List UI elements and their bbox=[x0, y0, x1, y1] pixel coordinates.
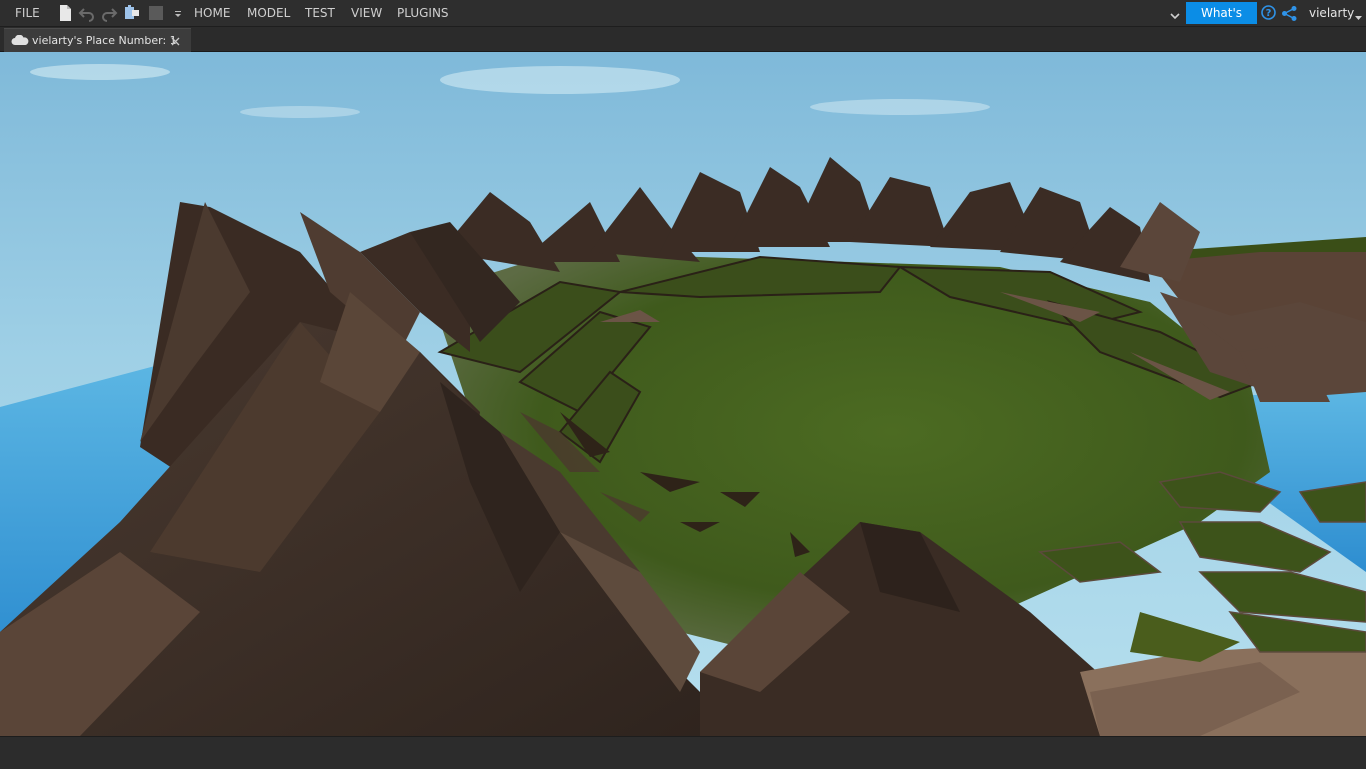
tab-home[interactable]: HOME bbox=[194, 5, 230, 21]
document-tab-bar: vielarty's Place Number: 1 bbox=[0, 27, 1366, 75]
tab-view[interactable]: VIEW bbox=[351, 5, 382, 21]
cloud-icon bbox=[11, 34, 29, 46]
collapse-ribbon-chevron-icon[interactable] bbox=[1170, 9, 1180, 20]
tab-test[interactable]: TEST bbox=[305, 5, 335, 21]
plugin-icon[interactable] bbox=[123, 4, 141, 22]
stop-icon[interactable] bbox=[147, 4, 165, 22]
help-icon[interactable]: ? bbox=[1261, 5, 1276, 20]
customize-dropdown-icon[interactable] bbox=[169, 4, 181, 22]
username-menu[interactable]: vielarty bbox=[1309, 5, 1354, 21]
svg-text:?: ? bbox=[1266, 8, 1272, 19]
3d-viewport[interactable] bbox=[0, 52, 1366, 736]
terrain-scene bbox=[0, 52, 1366, 736]
redo-icon[interactable] bbox=[100, 4, 118, 22]
top-toolbar: FILE HOME MODEL TEST VIEW PLUGINS What's… bbox=[0, 0, 1366, 42]
status-bar bbox=[0, 736, 1366, 769]
document-tab[interactable]: vielarty's Place Number: 1 bbox=[4, 28, 191, 52]
file-menu[interactable]: FILE bbox=[15, 5, 40, 21]
whats-new-button[interactable]: What's New bbox=[1186, 2, 1257, 42]
tab-model[interactable]: MODEL bbox=[247, 5, 290, 21]
user-chevron-down-icon[interactable] bbox=[1355, 10, 1362, 20]
close-tab-icon[interactable] bbox=[171, 36, 180, 46]
share-icon[interactable] bbox=[1281, 5, 1298, 22]
new-file-icon[interactable] bbox=[56, 4, 74, 22]
undo-icon[interactable] bbox=[78, 4, 96, 22]
tab-plugins[interactable]: PLUGINS bbox=[397, 5, 449, 21]
document-tab-title: vielarty's Place Number: 1 bbox=[32, 34, 177, 47]
